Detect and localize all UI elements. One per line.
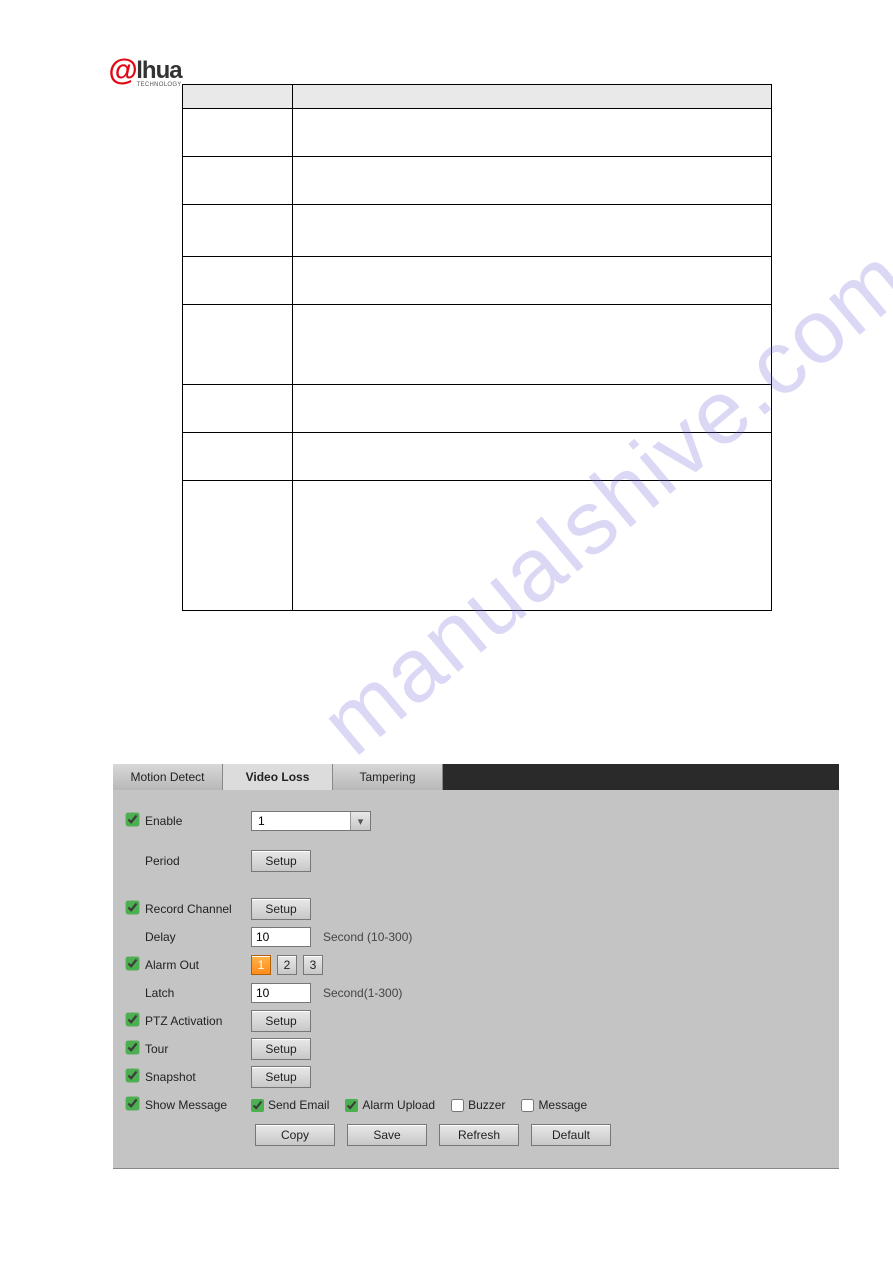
table-row	[183, 385, 772, 433]
latch-label: Latch	[141, 986, 251, 1000]
tour-setup-button[interactable]: Setup	[251, 1038, 311, 1060]
option-label: Message	[538, 1098, 587, 1112]
channel-select-value: 1	[258, 814, 265, 828]
parameter-name-cell	[183, 257, 293, 305]
ptz-activation-checkbox[interactable]	[125, 1013, 139, 1027]
save-button[interactable]: Save	[347, 1124, 427, 1146]
copy-button[interactable]: Copy	[255, 1124, 335, 1146]
record-channel-checkbox[interactable]	[125, 901, 139, 915]
delay-hint: Second (10-300)	[323, 930, 412, 944]
enable-label: Enable	[141, 814, 251, 828]
option-checkbox-alarm-upload[interactable]	[345, 1099, 358, 1112]
period-label: Period	[141, 854, 251, 868]
option-label: Alarm Upload	[362, 1098, 435, 1112]
parameter-desc-cell	[293, 157, 772, 205]
parameter-name-cell	[183, 205, 293, 257]
option-message[interactable]: Message	[521, 1098, 587, 1112]
ptz-setup-button[interactable]: Setup	[251, 1010, 311, 1032]
parameter-table-header-0	[183, 85, 293, 109]
parameter-desc-cell	[293, 109, 772, 157]
ptz-activation-label: PTZ Activation	[141, 1014, 251, 1028]
video-detect-panel: Motion DetectVideo LossTampering Enable …	[113, 764, 839, 1169]
table-row	[183, 257, 772, 305]
enable-checkbox[interactable]	[125, 813, 139, 827]
period-setup-button[interactable]: Setup	[251, 850, 311, 872]
tab-bar: Motion DetectVideo LossTampering	[113, 764, 839, 790]
parameter-desc-cell	[293, 257, 772, 305]
parameter-name-cell	[183, 385, 293, 433]
table-row	[183, 305, 772, 385]
delay-label: Delay	[141, 930, 251, 944]
alarm-out-port-2[interactable]: 2	[277, 955, 297, 975]
brand-logo: @lhua TECHNOLOGY	[108, 52, 182, 88]
tour-checkbox[interactable]	[125, 1041, 139, 1055]
form-area: Enable 1 ▾ Period Setup Record Channel S…	[113, 790, 839, 1168]
delay-input[interactable]	[251, 927, 311, 947]
latch-input[interactable]	[251, 983, 311, 1003]
table-row	[183, 157, 772, 205]
option-alarm-upload[interactable]: Alarm Upload	[345, 1098, 435, 1112]
option-checkbox-message[interactable]	[521, 1099, 534, 1112]
parameter-desc-cell	[293, 305, 772, 385]
tour-label: Tour	[141, 1042, 251, 1056]
action-button-row: Copy Save Refresh Default	[255, 1124, 829, 1146]
option-label: Buzzer	[468, 1098, 505, 1112]
parameter-name-cell	[183, 481, 293, 611]
option-checkbox-send-email[interactable]	[251, 1099, 264, 1112]
parameter-table	[182, 84, 772, 611]
tab-tampering[interactable]: Tampering	[333, 764, 443, 790]
alarm-out-port-1[interactable]: 1	[251, 955, 271, 975]
parameter-desc-cell	[293, 481, 772, 611]
latch-hint: Second(1-300)	[323, 986, 402, 1000]
alarm-out-checkbox[interactable]	[125, 957, 139, 971]
table-row	[183, 481, 772, 611]
record-channel-label: Record Channel	[141, 902, 251, 916]
alarm-out-port-3[interactable]: 3	[303, 955, 323, 975]
show-message-checkbox[interactable]	[125, 1097, 139, 1111]
table-row	[183, 109, 772, 157]
snapshot-checkbox[interactable]	[125, 1069, 139, 1083]
table-row	[183, 205, 772, 257]
channel-select[interactable]: 1 ▾	[251, 811, 371, 831]
show-message-label: Show Message	[141, 1098, 251, 1112]
snapshot-label: Snapshot	[141, 1070, 251, 1084]
parameter-table-header-1	[293, 85, 772, 109]
tab-motion-detect[interactable]: Motion Detect	[113, 764, 223, 790]
parameter-desc-cell	[293, 205, 772, 257]
refresh-button[interactable]: Refresh	[439, 1124, 519, 1146]
brand-logo-accent: @	[108, 54, 136, 88]
parameter-name-cell	[183, 433, 293, 481]
tab-video-loss[interactable]: Video Loss	[223, 764, 333, 790]
parameter-name-cell	[183, 157, 293, 205]
option-send-email[interactable]: Send Email	[251, 1098, 329, 1112]
parameter-name-cell	[183, 305, 293, 385]
parameter-desc-cell	[293, 433, 772, 481]
snapshot-setup-button[interactable]: Setup	[251, 1066, 311, 1088]
brand-logo-text: @lhua	[108, 52, 182, 86]
option-label: Send Email	[268, 1098, 329, 1112]
chevron-down-icon: ▾	[350, 812, 370, 830]
parameter-name-cell	[183, 109, 293, 157]
default-button[interactable]: Default	[531, 1124, 611, 1146]
option-checkbox-buzzer[interactable]	[451, 1099, 464, 1112]
parameter-desc-cell	[293, 385, 772, 433]
record-channel-setup-button[interactable]: Setup	[251, 898, 311, 920]
alarm-out-label: Alarm Out	[141, 958, 251, 972]
table-row	[183, 433, 772, 481]
option-buzzer[interactable]: Buzzer	[451, 1098, 505, 1112]
